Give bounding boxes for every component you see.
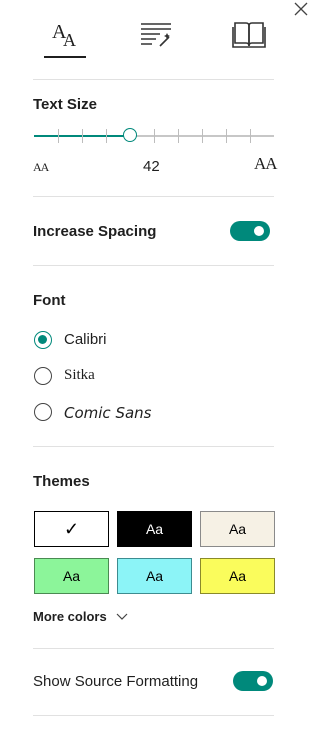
tab-reading-preferences[interactable] [138,18,174,50]
theme-swatch-cyan[interactable]: Aa [117,558,192,594]
svg-text:A: A [63,30,76,50]
font-radio-sitka[interactable] [34,367,52,385]
divider [33,715,274,716]
toggle-knob [254,226,264,236]
divider [33,196,274,197]
slider-tick [202,129,203,143]
divider [33,446,274,447]
radio-dot [38,335,47,344]
themes-label: Themes [33,473,90,490]
divider [33,265,274,266]
slider-tick [58,129,59,143]
more-colors-button[interactable]: More colors [33,609,128,624]
theme-swatch-yellow[interactable]: Aa [200,558,275,594]
tab-text-options[interactable]: A A [48,18,82,50]
text-size-value: 42 [143,158,160,175]
slider-tick [226,129,227,143]
source-formatting-toggle[interactable] [233,671,273,691]
active-tab-indicator [44,56,86,58]
slider-tick [106,129,107,143]
font-option-sitka[interactable]: Sitka [64,367,95,384]
divider [33,79,274,80]
source-formatting-label: Show Source Formatting [33,673,199,690]
slider-tick [154,129,155,143]
close-icon [294,2,308,16]
text-size-icon: A A [52,21,76,50]
font-option-calibri[interactable]: Calibri [64,331,107,348]
slider-tick [178,129,179,143]
text-size-label: Text Size [33,96,97,113]
slider-tick [250,129,251,143]
slider-thumb[interactable] [123,128,137,142]
toggle-knob [257,676,267,686]
more-colors-label: More colors [33,609,107,624]
font-radio-calibri[interactable] [34,331,52,349]
increase-spacing-toggle[interactable] [230,221,270,241]
theme-swatch-black[interactable]: Aa [117,511,192,547]
divider [33,648,274,649]
font-label: Font [33,292,66,309]
chevron-down-icon [116,613,128,620]
slider-tick [82,129,83,143]
close-button[interactable] [292,0,310,18]
grammar-magic-icon [141,23,171,47]
tab-reading-mode[interactable] [232,18,266,50]
font-radio-comic-sans[interactable] [34,403,52,421]
increase-spacing-label: Increase Spacing [33,223,157,240]
font-option-comic-sans[interactable]: Comic Sans [64,404,151,422]
increase-text-size-icon: AA [254,154,278,173]
theme-swatch-green[interactable]: Aa [34,558,109,594]
decrease-text-size-icon: AA [33,160,49,174]
theme-swatch-sepia[interactable]: Aa [200,511,275,547]
theme-swatch-white[interactable]: ✓ [34,511,109,547]
book-icon [232,22,266,48]
